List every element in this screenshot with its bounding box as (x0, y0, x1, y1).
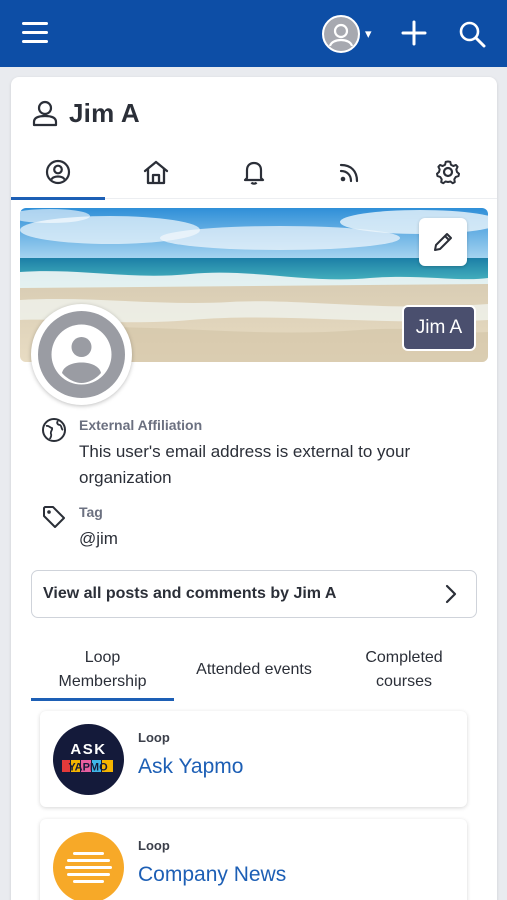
tab-label: Attended events (196, 661, 312, 678)
profile-card: Jim A Jim A External Affiliation This us… (11, 77, 497, 900)
profile-title: Jim A (31, 95, 140, 131)
tab-label: Completed courses (365, 649, 443, 690)
cover-name-chip: Jim A (402, 305, 476, 351)
tab-notifications[interactable] (207, 145, 301, 199)
tab-completed-courses[interactable]: Completed courses (331, 639, 477, 701)
default-avatar-icon (51, 324, 112, 385)
chevron-right-icon (445, 584, 457, 604)
profile-nav-tabs (11, 145, 497, 200)
affiliation-label: External Affiliation (79, 417, 203, 433)
edit-cover-button[interactable] (419, 218, 467, 266)
tab-label: Loop Membership (58, 649, 147, 690)
tag-value: @jim (79, 529, 118, 548)
home-icon (143, 160, 169, 185)
loop-name[interactable]: Ask Yapmo (138, 755, 243, 779)
globe-icon (42, 418, 66, 442)
company-news-logo (53, 832, 124, 900)
gear-icon (436, 160, 460, 185)
tag-icon (43, 506, 65, 528)
page-title: Jim A (69, 97, 140, 128)
caret-down-icon: ▾ (365, 26, 372, 41)
view-posts-label: View all posts and comments by Jim A (43, 585, 337, 602)
account-menu-button[interactable]: ▾ (322, 15, 378, 53)
tag-label: Tag (79, 504, 103, 520)
loop-kind: Loop (138, 838, 170, 853)
loop-card[interactable]: ASK YAPMO Loop Ask Yapmo (40, 711, 467, 807)
bell-icon (243, 161, 265, 185)
loop-card[interactable]: Loop Company News (40, 819, 467, 900)
hamburger-menu-icon[interactable] (22, 22, 48, 46)
svg-text:ASK: ASK (70, 741, 106, 758)
user-tag: Tag @jim (41, 504, 461, 554)
profile-icon (45, 159, 71, 185)
svg-text:YAPMO: YAPMO (68, 762, 108, 774)
tab-loop-membership[interactable]: Loop Membership (31, 639, 174, 701)
view-posts-button[interactable]: View all posts and comments by Jim A (31, 570, 477, 618)
loop-name[interactable]: Company News (138, 863, 286, 887)
tab-settings[interactable] (401, 145, 495, 199)
tab-home[interactable] (109, 145, 203, 199)
search-icon[interactable] (458, 20, 486, 48)
ask-yapmo-logo: ASK YAPMO (53, 724, 124, 795)
tab-attended-events[interactable]: Attended events (181, 639, 327, 701)
plus-icon[interactable] (400, 19, 428, 47)
profile-avatar[interactable] (31, 304, 132, 405)
tab-profile[interactable] (11, 145, 105, 200)
affiliation-value: This user's email address is external to… (79, 442, 411, 487)
user-avatar-icon (322, 15, 360, 53)
external-affiliation: External Affiliation This user's email a… (41, 417, 461, 487)
pencil-icon (434, 233, 452, 251)
top-app-bar: ▾ (0, 0, 507, 67)
user-outline-icon (32, 100, 58, 127)
membership-tabs: Loop Membership Attended events Complete… (31, 639, 477, 701)
rss-feed-icon (339, 163, 359, 183)
tab-feed[interactable] (303, 145, 397, 199)
loop-kind: Loop (138, 730, 170, 745)
